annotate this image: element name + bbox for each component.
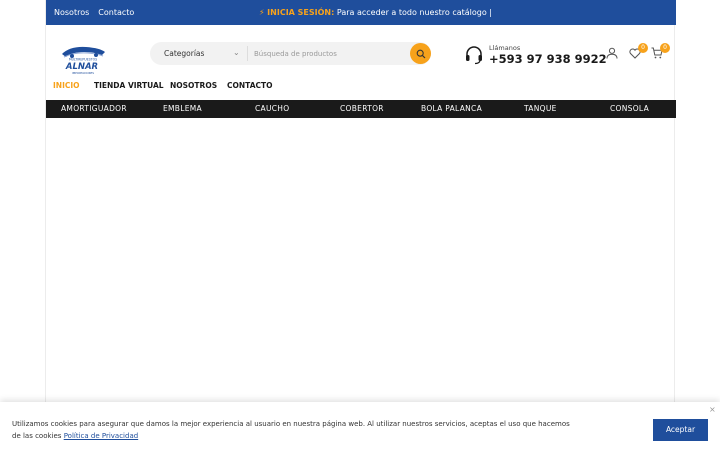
cookie-banner: × Utilizamos cookies para asegurar que d… [0,402,720,450]
phone-number[interactable]: +593 97 938 9922 [489,52,607,66]
close-icon[interactable]: × [709,405,716,414]
category-tanque[interactable]: TANQUE [524,104,557,113]
page-container: Nosotros Contacto ⚡ INICIA SESIÓN: Para … [45,0,676,450]
top-links: Nosotros Contacto [54,8,134,17]
call-us[interactable]: Llámanos +593 97 938 9922 [464,44,607,70]
top-link-contacto[interactable]: Contacto [98,8,134,17]
bolt-icon: ⚡ [259,7,265,17]
search-button[interactable] [410,43,431,64]
nav-tienda-virtual[interactable]: TIENDA VIRTUAL [94,81,164,90]
category-cobertor[interactable]: COBERTOR [340,104,384,113]
wishlist-count-badge: 0 [638,43,648,53]
chevron-down-icon[interactable]: ⌄ [233,48,240,57]
category-caucho[interactable]: CAUCHO [255,104,289,113]
cookie-text: Utilizamos cookies para asegurar que dam… [12,418,572,442]
search-input[interactable] [254,46,404,61]
category-emblema[interactable]: EMBLEMA [163,104,202,113]
category-bola-palanca[interactable]: BOLA PALANCA [421,104,482,113]
site-logo[interactable]: MULTIREPUESTOS ALNAR IMPORTADORES [58,43,108,75]
nav-nosotros[interactable]: NOSOTROS [170,81,217,90]
call-label: Llámanos [489,44,521,52]
search-divider [247,46,248,61]
top-link-nosotros[interactable]: Nosotros [54,8,89,17]
nav-contacto[interactable]: CONTACTO [227,81,273,90]
headset-icon [466,46,482,65]
accept-cookies-button[interactable]: Aceptar [653,419,708,441]
category-select[interactable]: Categorías [164,49,204,58]
category-amortiguador[interactable]: AMORTIGUADOR [61,104,127,113]
promo-text: Para acceder a todo nuestro catálogo | [334,7,492,17]
privacy-policy-link[interactable]: Política de Privacidad [64,432,139,440]
svg-text:IMPORTADORES: IMPORTADORES [72,71,94,75]
nav-inicio[interactable]: INICIO [53,81,80,90]
main-nav: INICIO TIENDA VIRTUAL NOSOTROS CONTACTO [46,78,676,94]
search-icon [416,49,425,58]
login-promo[interactable]: ⚡ INICIA SESIÓN: Para acceder a todo nue… [259,8,492,17]
cart-count-badge: 0 [660,43,670,53]
category-bar: AMORTIGUADOR EMBLEMA CAUCHO COBERTOR BOL… [46,100,676,118]
user-icon[interactable] [606,47,618,59]
search-bar: Categorías ⌄ [150,42,431,65]
category-consola[interactable]: CONSOLA [610,104,649,113]
top-bar: Nosotros Contacto ⚡ INICIA SESIÓN: Para … [46,0,676,25]
svg-text:MULTIREPUESTOS: MULTIREPUESTOS [69,58,97,62]
promo-strong: INICIA SESIÓN: [267,7,335,17]
